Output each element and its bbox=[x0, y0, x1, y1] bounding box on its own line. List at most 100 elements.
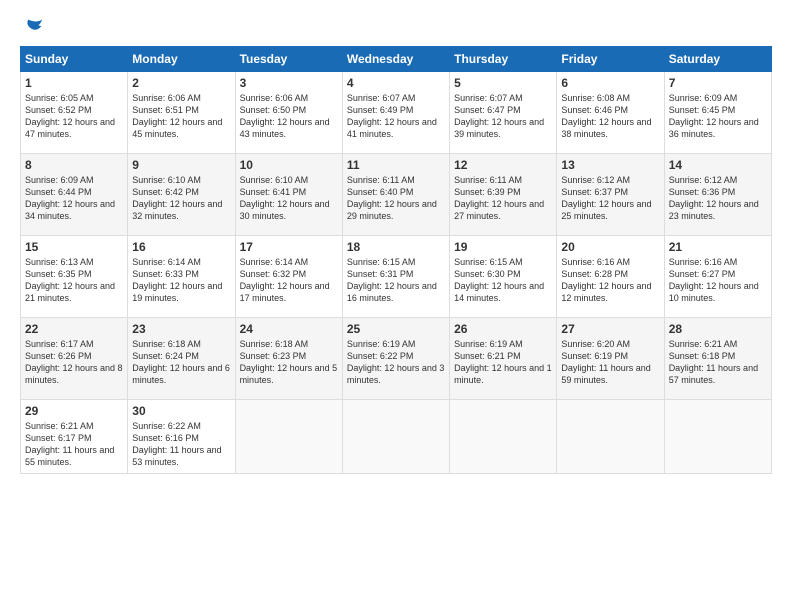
page: SundayMondayTuesdayWednesdayThursdayFrid… bbox=[0, 0, 792, 612]
day-number: 9 bbox=[132, 158, 230, 172]
day-info: Sunrise: 6:05 AMSunset: 6:52 PMDaylight:… bbox=[25, 92, 123, 141]
day-cell: 19 Sunrise: 6:15 AMSunset: 6:30 PMDayligh… bbox=[450, 236, 557, 318]
day-info: Sunrise: 6:11 AMSunset: 6:40 PMDaylight:… bbox=[347, 174, 445, 223]
col-header-thursday: Thursday bbox=[450, 47, 557, 72]
day-cell: 30 Sunrise: 6:22 AMSunset: 6:16 PMDayligh… bbox=[128, 400, 235, 474]
day-info: Sunrise: 6:09 AMSunset: 6:44 PMDaylight:… bbox=[25, 174, 123, 223]
day-info: Sunrise: 6:09 AMSunset: 6:45 PMDaylight:… bbox=[669, 92, 767, 141]
day-info: Sunrise: 6:20 AMSunset: 6:19 PMDaylight:… bbox=[561, 338, 659, 387]
day-number: 17 bbox=[240, 240, 338, 254]
day-cell: 23Sunrise: 6:18 AMSunset: 6:24 PMDayligh… bbox=[128, 318, 235, 400]
week-row-3: 15 Sunrise: 6:13 AMSunset: 6:35 PMDayligh… bbox=[21, 236, 772, 318]
day-info: Sunrise: 6:21 AMSunset: 6:17 PMDaylight:… bbox=[25, 420, 123, 469]
day-cell bbox=[342, 400, 449, 474]
day-number: 2 bbox=[132, 76, 230, 90]
col-header-monday: Monday bbox=[128, 47, 235, 72]
day-cell: 9 Sunrise: 6:10 AMSunset: 6:42 PMDaylight… bbox=[128, 154, 235, 236]
day-number: 22 bbox=[25, 322, 123, 336]
logo bbox=[20, 16, 44, 38]
day-cell bbox=[235, 400, 342, 474]
week-row-2: 8 Sunrise: 6:09 AMSunset: 6:44 PMDaylight… bbox=[21, 154, 772, 236]
day-cell: 15 Sunrise: 6:13 AMSunset: 6:35 PMDayligh… bbox=[21, 236, 128, 318]
day-cell: 12 Sunrise: 6:11 AMSunset: 6:39 PMDayligh… bbox=[450, 154, 557, 236]
day-number: 7 bbox=[669, 76, 767, 90]
day-cell: 3Sunrise: 6:06 AMSunset: 6:50 PMDaylight… bbox=[235, 72, 342, 154]
day-number: 4 bbox=[347, 76, 445, 90]
day-info: Sunrise: 6:16 AMSunset: 6:28 PMDaylight:… bbox=[561, 256, 659, 305]
day-number: 5 bbox=[454, 76, 552, 90]
day-number: 25 bbox=[347, 322, 445, 336]
day-info: Sunrise: 6:19 AMSunset: 6:22 PMDaylight:… bbox=[347, 338, 445, 387]
day-number: 30 bbox=[132, 404, 230, 418]
day-number: 13 bbox=[561, 158, 659, 172]
week-row-1: 1 Sunrise: 6:05 AMSunset: 6:52 PMDaylight… bbox=[21, 72, 772, 154]
day-info: Sunrise: 6:15 AMSunset: 6:31 PMDaylight:… bbox=[347, 256, 445, 305]
day-info: Sunrise: 6:18 AMSunset: 6:24 PMDaylight:… bbox=[132, 338, 230, 387]
day-cell: 7 Sunrise: 6:09 AMSunset: 6:45 PMDaylight… bbox=[664, 72, 771, 154]
week-row-4: 22Sunrise: 6:17 AMSunset: 6:26 PMDayligh… bbox=[21, 318, 772, 400]
day-number: 27 bbox=[561, 322, 659, 336]
day-info: Sunrise: 6:06 AMSunset: 6:51 PMDaylight:… bbox=[132, 92, 230, 141]
day-cell: 24 Sunrise: 6:18 AMSunset: 6:23 PMDayligh… bbox=[235, 318, 342, 400]
col-header-tuesday: Tuesday bbox=[235, 47, 342, 72]
day-cell: 13 Sunrise: 6:12 AMSunset: 6:37 PMDayligh… bbox=[557, 154, 664, 236]
day-number: 3 bbox=[240, 76, 338, 90]
day-cell: 29 Sunrise: 6:21 AMSunset: 6:17 PMDayligh… bbox=[21, 400, 128, 474]
day-cell bbox=[664, 400, 771, 474]
day-number: 6 bbox=[561, 76, 659, 90]
day-number: 18 bbox=[347, 240, 445, 254]
col-header-wednesday: Wednesday bbox=[342, 47, 449, 72]
day-number: 8 bbox=[25, 158, 123, 172]
day-info: Sunrise: 6:19 AMSunset: 6:21 PMDaylight:… bbox=[454, 338, 552, 387]
day-info: Sunrise: 6:07 AMSunset: 6:49 PMDaylight:… bbox=[347, 92, 445, 141]
day-info: Sunrise: 6:07 AMSunset: 6:47 PMDaylight:… bbox=[454, 92, 552, 141]
day-number: 15 bbox=[25, 240, 123, 254]
day-cell: 18 Sunrise: 6:15 AMSunset: 6:31 PMDayligh… bbox=[342, 236, 449, 318]
day-info: Sunrise: 6:10 AMSunset: 6:41 PMDaylight:… bbox=[240, 174, 338, 223]
day-number: 26 bbox=[454, 322, 552, 336]
day-number: 11 bbox=[347, 158, 445, 172]
day-number: 12 bbox=[454, 158, 552, 172]
day-cell: 16 Sunrise: 6:14 AMSunset: 6:33 PMDayligh… bbox=[128, 236, 235, 318]
day-cell: 5 Sunrise: 6:07 AMSunset: 6:47 PMDaylight… bbox=[450, 72, 557, 154]
day-info: Sunrise: 6:11 AMSunset: 6:39 PMDaylight:… bbox=[454, 174, 552, 223]
day-number: 28 bbox=[669, 322, 767, 336]
day-info: Sunrise: 6:16 AMSunset: 6:27 PMDaylight:… bbox=[669, 256, 767, 305]
day-cell: 28 Sunrise: 6:21 AMSunset: 6:18 PMDayligh… bbox=[664, 318, 771, 400]
day-cell: 6 Sunrise: 6:08 AMSunset: 6:46 PMDaylight… bbox=[557, 72, 664, 154]
day-info: Sunrise: 6:14 AMSunset: 6:32 PMDaylight:… bbox=[240, 256, 338, 305]
day-number: 24 bbox=[240, 322, 338, 336]
day-cell bbox=[557, 400, 664, 474]
day-number: 14 bbox=[669, 158, 767, 172]
col-header-sunday: Sunday bbox=[21, 47, 128, 72]
day-info: Sunrise: 6:14 AMSunset: 6:33 PMDaylight:… bbox=[132, 256, 230, 305]
day-cell: 11 Sunrise: 6:11 AMSunset: 6:40 PMDayligh… bbox=[342, 154, 449, 236]
day-number: 20 bbox=[561, 240, 659, 254]
day-info: Sunrise: 6:12 AMSunset: 6:37 PMDaylight:… bbox=[561, 174, 659, 223]
day-cell: 20 Sunrise: 6:16 AMSunset: 6:28 PMDayligh… bbox=[557, 236, 664, 318]
day-info: Sunrise: 6:15 AMSunset: 6:30 PMDaylight:… bbox=[454, 256, 552, 305]
day-info: Sunrise: 6:08 AMSunset: 6:46 PMDaylight:… bbox=[561, 92, 659, 141]
day-cell bbox=[450, 400, 557, 474]
day-number: 10 bbox=[240, 158, 338, 172]
day-info: Sunrise: 6:10 AMSunset: 6:42 PMDaylight:… bbox=[132, 174, 230, 223]
day-info: Sunrise: 6:21 AMSunset: 6:18 PMDaylight:… bbox=[669, 338, 767, 387]
day-number: 16 bbox=[132, 240, 230, 254]
day-cell: 4 Sunrise: 6:07 AMSunset: 6:49 PMDaylight… bbox=[342, 72, 449, 154]
day-info: Sunrise: 6:13 AMSunset: 6:35 PMDaylight:… bbox=[25, 256, 123, 305]
day-info: Sunrise: 6:18 AMSunset: 6:23 PMDaylight:… bbox=[240, 338, 338, 387]
day-cell: 10 Sunrise: 6:10 AMSunset: 6:41 PMDayligh… bbox=[235, 154, 342, 236]
day-number: 1 bbox=[25, 76, 123, 90]
day-cell: 1 Sunrise: 6:05 AMSunset: 6:52 PMDaylight… bbox=[21, 72, 128, 154]
day-cell: 14 Sunrise: 6:12 AMSunset: 6:36 PMDayligh… bbox=[664, 154, 771, 236]
header bbox=[20, 16, 772, 38]
day-number: 19 bbox=[454, 240, 552, 254]
day-info: Sunrise: 6:22 AMSunset: 6:16 PMDaylight:… bbox=[132, 420, 230, 469]
day-cell: 17 Sunrise: 6:14 AMSunset: 6:32 PMDayligh… bbox=[235, 236, 342, 318]
calendar-table: SundayMondayTuesdayWednesdayThursdayFrid… bbox=[20, 46, 772, 474]
day-cell: 2 Sunrise: 6:06 AMSunset: 6:51 PMDaylight… bbox=[128, 72, 235, 154]
day-info: Sunrise: 6:12 AMSunset: 6:36 PMDaylight:… bbox=[669, 174, 767, 223]
day-number: 29 bbox=[25, 404, 123, 418]
day-cell: 21Sunrise: 6:16 AMSunset: 6:27 PMDayligh… bbox=[664, 236, 771, 318]
logo-bird-icon bbox=[22, 16, 44, 38]
